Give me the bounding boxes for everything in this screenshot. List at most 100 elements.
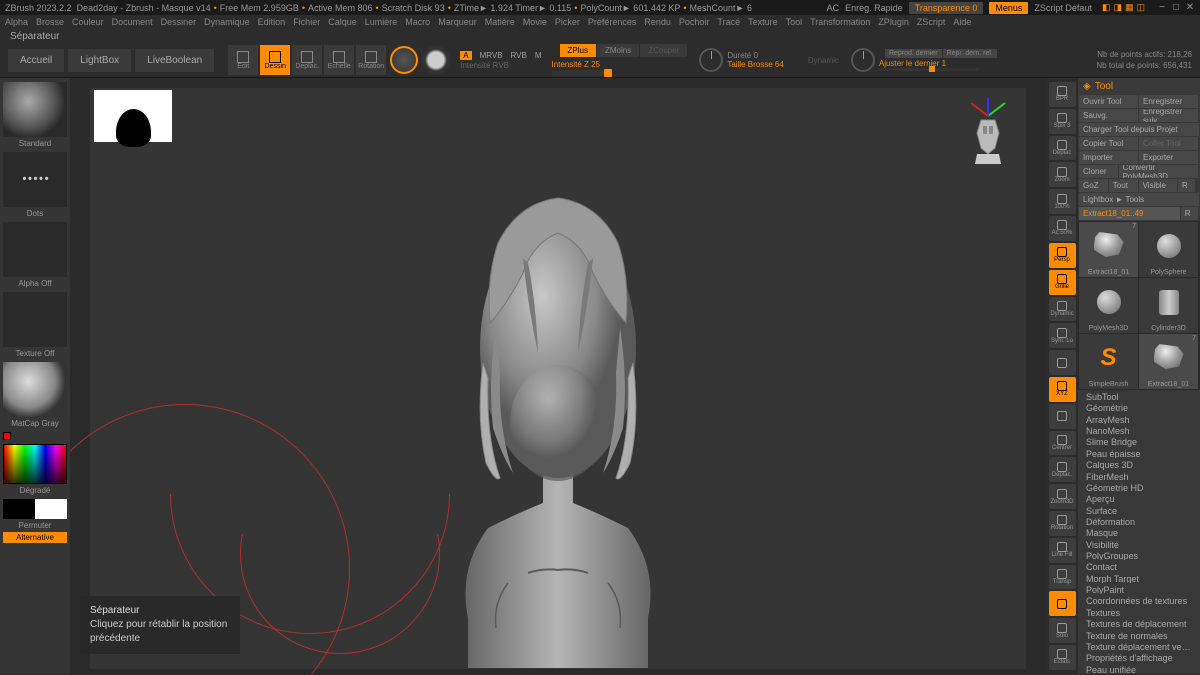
menu-rendu[interactable]: Rendu: [644, 17, 671, 27]
menu-couleur[interactable]: Couleur: [72, 17, 104, 27]
tool-item-PolyMesh3D[interactable]: PolyMesh3D: [1079, 278, 1138, 333]
section-contact[interactable]: Contact: [1078, 560, 1200, 571]
menu-dessiner[interactable]: Dessiner: [161, 17, 197, 27]
menu-texture[interactable]: Texture: [748, 17, 778, 27]
tool-rotation[interactable]: Rotation: [356, 45, 386, 75]
strip-Line Fill[interactable]: Line Fill: [1049, 538, 1076, 563]
menu-dynamique[interactable]: Dynamique: [204, 17, 250, 27]
strip-Grille[interactable]: Grille: [1049, 270, 1076, 295]
home-button[interactable]: Accueil: [8, 49, 64, 72]
section-calques-3d[interactable]: Calques 3D: [1078, 458, 1200, 469]
menus-btn[interactable]: Menus: [989, 2, 1028, 14]
section-fibermesh[interactable]: FiberMesh: [1078, 470, 1200, 481]
lightbox-button[interactable]: LightBox: [68, 49, 131, 72]
section-subtool[interactable]: SubTool: [1078, 390, 1200, 401]
menu-fichier[interactable]: Fichier: [293, 17, 320, 27]
maximize-icon[interactable]: □: [1171, 3, 1181, 13]
tool-header[interactable]: ◈Tool: [1078, 78, 1200, 94]
section-masque[interactable]: Masque: [1078, 526, 1200, 537]
minimize-icon[interactable]: −: [1157, 3, 1167, 13]
strip-Dynamic[interactable]: Dynamic: [1049, 297, 1076, 322]
section-peau-épaisse[interactable]: Peau épaisse: [1078, 447, 1200, 458]
strip-Centrer[interactable]: Centrer: [1049, 431, 1076, 456]
gyro-button[interactable]: [390, 46, 418, 74]
section-déformation[interactable]: Déformation: [1078, 515, 1200, 526]
reference-thumbnail[interactable]: [94, 90, 172, 142]
menu-document[interactable]: Document: [112, 17, 153, 27]
viewport[interactable]: Séparateur Cliquez pour rétablir la posi…: [70, 78, 1046, 674]
strip-Rotation[interactable]: Rotation: [1049, 511, 1076, 536]
tool-item-PolySphere[interactable]: PolySphere: [1139, 222, 1198, 277]
strip-100%[interactable]: 100%: [1049, 189, 1076, 214]
menu-calque[interactable]: Calque: [328, 17, 357, 27]
tool-item-SimpleBrush[interactable]: SimpleBrush: [1079, 334, 1138, 389]
texture-select[interactable]: [3, 292, 67, 347]
section-texture-déplacement-vectoriel[interactable]: Texture déplacement vectoriel: [1078, 640, 1200, 651]
section-propriétés-d'affichage[interactable]: Propriétés d'affichage: [1078, 651, 1200, 662]
section-slime-bridge[interactable]: Slime Bridge: [1078, 435, 1200, 446]
tool-echelle[interactable]: Echelle: [324, 45, 354, 75]
material-button[interactable]: [422, 46, 450, 74]
menu-tool[interactable]: Tool: [786, 17, 803, 27]
section-arraymesh[interactable]: ArrayMesh: [1078, 413, 1200, 424]
stroke-select[interactable]: [3, 152, 67, 207]
section-textures-de-déplacement[interactable]: Textures de déplacement: [1078, 617, 1200, 628]
section-aperçu[interactable]: Aperçu: [1078, 492, 1200, 503]
close-icon[interactable]: ✕: [1185, 3, 1195, 13]
section-texture-de-normales[interactable]: Texture de normales: [1078, 629, 1200, 640]
strip-Deplac[interactable]: Deplac: [1049, 136, 1076, 161]
menu-alpha[interactable]: Alpha: [5, 17, 28, 27]
strip-Spix 3[interactable]: Spix 3: [1049, 109, 1076, 134]
section-visibilité[interactable]: Visibilité: [1078, 538, 1200, 549]
section-textures[interactable]: Textures: [1078, 606, 1200, 617]
z-intensity-slider[interactable]: [552, 70, 612, 76]
tool-item-Extract18_01[interactable]: 7Extract18_01: [1079, 222, 1138, 277]
hardness-dial[interactable]: [699, 48, 723, 72]
menu-zscript[interactable]: ZScript: [917, 17, 946, 27]
strip-XYZ[interactable]: XYZ: [1049, 377, 1076, 402]
alpha-select[interactable]: [3, 222, 67, 277]
section-géométrie[interactable]: Géométrie: [1078, 401, 1200, 412]
strip-Transp[interactable]: Transp: [1049, 565, 1076, 590]
section-polygroupes[interactable]: PolyGroupes: [1078, 549, 1200, 560]
strip-Deplac.[interactable]: Deplac.: [1049, 457, 1076, 482]
color-swatches[interactable]: [3, 499, 67, 519]
tool-deplac.[interactable]: Deplac.: [292, 45, 322, 75]
strip-Solo[interactable]: Solo: [1049, 618, 1076, 643]
menu-aide[interactable]: Aide: [953, 17, 971, 27]
section-polypaint[interactable]: PolyPaint: [1078, 583, 1200, 594]
strip-Sym. Lo[interactable]: Sym. Lo: [1049, 323, 1076, 348]
section-nanomesh[interactable]: NanoMesh: [1078, 424, 1200, 435]
section-morph-target[interactable]: Morph Target: [1078, 572, 1200, 583]
strip-Persp[interactable]: Persp: [1049, 243, 1076, 268]
menu-movie[interactable]: Movie: [523, 17, 547, 27]
menu-transformation[interactable]: Transformation: [810, 17, 870, 27]
color-picker[interactable]: [3, 444, 67, 484]
menu-macro[interactable]: Macro: [405, 17, 430, 27]
menu-edition[interactable]: Edition: [258, 17, 286, 27]
focal-dial[interactable]: [851, 48, 875, 72]
strip-BPR[interactable]: BPR: [1049, 82, 1076, 107]
strip-Eclats[interactable]: Eclats: [1049, 645, 1076, 670]
material-select[interactable]: [3, 362, 67, 417]
nav-gizmo[interactable]: [961, 98, 1016, 168]
strip-btn[interactable]: [1049, 591, 1076, 616]
liveboolean-button[interactable]: LiveBoolean: [135, 49, 214, 72]
menu-marqueur[interactable]: Marqueur: [438, 17, 477, 27]
menu-lumière[interactable]: Lumière: [365, 17, 398, 27]
tool-dessin[interactable]: Dessin: [260, 45, 290, 75]
menu-brosse[interactable]: Brosse: [36, 17, 64, 27]
menu-préférences[interactable]: Préférences: [588, 17, 637, 27]
brush-select[interactable]: [3, 82, 67, 137]
menu-tracé[interactable]: Tracé: [717, 17, 740, 27]
tool-item-Extract18_01[interactable]: 7Extract18_01: [1139, 334, 1198, 389]
section-surface[interactable]: Surface: [1078, 504, 1200, 515]
section-peau-unifiée[interactable]: Peau unifiée: [1078, 663, 1200, 674]
zplus-switch[interactable]: ZPlus: [560, 44, 596, 57]
menu-pochoir[interactable]: Pochoir: [679, 17, 710, 27]
tool-item-Cylinder3D[interactable]: Cylinder3D: [1139, 278, 1198, 333]
section-géometrie-hd[interactable]: Géometrie HD: [1078, 481, 1200, 492]
menu-picker[interactable]: Picker: [555, 17, 580, 27]
strip-btn[interactable]: [1049, 350, 1076, 375]
strip-Zoom3D[interactable]: Zoom3D: [1049, 484, 1076, 509]
